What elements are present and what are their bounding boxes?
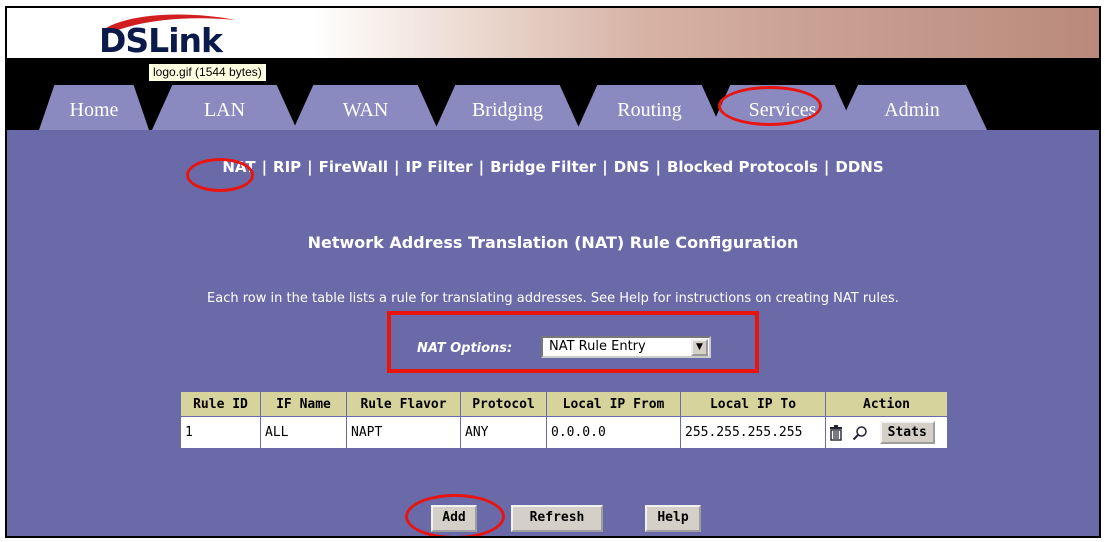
cell-local-ip-to: 255.255.255.255: [680, 416, 826, 449]
subnav-blocked-protocols[interactable]: Blocked Protocols: [667, 158, 818, 176]
nat-options-select[interactable]: NAT Rule Entry: [541, 336, 711, 358]
subnav-rip[interactable]: RIP: [273, 158, 301, 176]
header-banner: DSLink: [7, 8, 1099, 62]
col-rule-id: Rule ID: [180, 391, 261, 417]
tab-admin[interactable]: Admin: [837, 85, 987, 130]
tab-label: Routing: [617, 99, 682, 121]
col-action: Action: [825, 391, 948, 417]
tab-label: WAN: [342, 99, 389, 121]
nat-options-label: NAT Options:: [417, 341, 513, 356]
tab-label: Home: [69, 99, 119, 121]
cell-rule-flavor: NAPT: [346, 416, 461, 449]
tab-label: Admin: [884, 99, 940, 121]
help-button[interactable]: Help: [645, 505, 701, 532]
col-local-ip-to: Local IP To: [680, 391, 826, 417]
subnav-separator: |: [655, 158, 661, 176]
add-button[interactable]: Add: [431, 505, 477, 532]
cell-protocol: ANY: [460, 416, 547, 449]
subnav-separator: |: [478, 158, 485, 176]
tab-wan[interactable]: WAN: [293, 85, 438, 130]
dropdown-arrow-icon[interactable]: ▼: [691, 339, 708, 356]
subnav-separator: |: [602, 158, 608, 176]
magnifier-icon[interactable]: [852, 425, 868, 441]
refresh-button[interactable]: Refresh: [511, 505, 603, 532]
subnav-firewall[interactable]: FireWall: [319, 158, 388, 176]
subnav-separator: |: [261, 158, 268, 176]
logo-tooltip: logo.gif (1544 bytes): [148, 63, 267, 82]
tab-label: Services: [748, 99, 817, 121]
stats-button[interactable]: Stats: [879, 421, 935, 444]
col-protocol: Protocol: [460, 391, 547, 417]
subnav-bridge-filter[interactable]: Bridge Filter: [490, 158, 596, 176]
logo-text: DSLink: [99, 21, 223, 60]
table-row: 1 ALL NAPT ANY 0.0.0.0 255.255.255.255 S…: [180, 416, 948, 449]
subnav-ddns[interactable]: DDNS: [835, 158, 883, 176]
tab-label: Bridging: [471, 99, 544, 121]
subnav-dns[interactable]: DNS: [614, 158, 650, 176]
tab-services[interactable]: Services: [710, 85, 855, 130]
col-rule-flavor: Rule Flavor: [346, 391, 461, 417]
col-local-ip-from: Local IP From: [546, 391, 681, 417]
cell-if-name: ALL: [260, 416, 347, 449]
subnav-nat[interactable]: NAT: [222, 158, 255, 176]
tab-lan[interactable]: LAN: [152, 85, 297, 130]
trash-icon[interactable]: [828, 424, 844, 441]
subnav-separator: |: [307, 158, 313, 176]
col-if-name: IF Name: [260, 391, 347, 417]
table-header-row: Rule ID IF Name Rule Flavor Protocol Loc…: [180, 391, 948, 417]
cell-rule-id: 1: [180, 416, 261, 449]
tab-bridging[interactable]: Bridging: [435, 85, 580, 130]
tab-label: LAN: [203, 99, 246, 121]
nat-rules-table: Rule ID IF Name Rule Flavor Protocol Loc…: [180, 391, 948, 449]
subnav-separator: |: [823, 158, 830, 176]
services-subnav: NAT | RIP | FireWall | IP Filter | Bridge Filter…: [7, 158, 1099, 176]
cell-action: Stats: [825, 416, 948, 449]
subnav-separator: |: [394, 158, 400, 176]
cell-local-ip-from: 0.0.0.0: [546, 416, 681, 449]
tab-routing[interactable]: Routing: [577, 85, 722, 130]
tab-home[interactable]: Home: [39, 85, 149, 130]
router-admin-page: DSLink Home LAN WAN Bridging Routing Ser…: [5, 6, 1101, 538]
subnav-ip-filter[interactable]: IP Filter: [406, 158, 473, 176]
page-title: Network Address Translation (NAT) Rule C…: [307, 233, 799, 252]
page-description: Each row in the table lists a rule for t…: [207, 291, 899, 306]
